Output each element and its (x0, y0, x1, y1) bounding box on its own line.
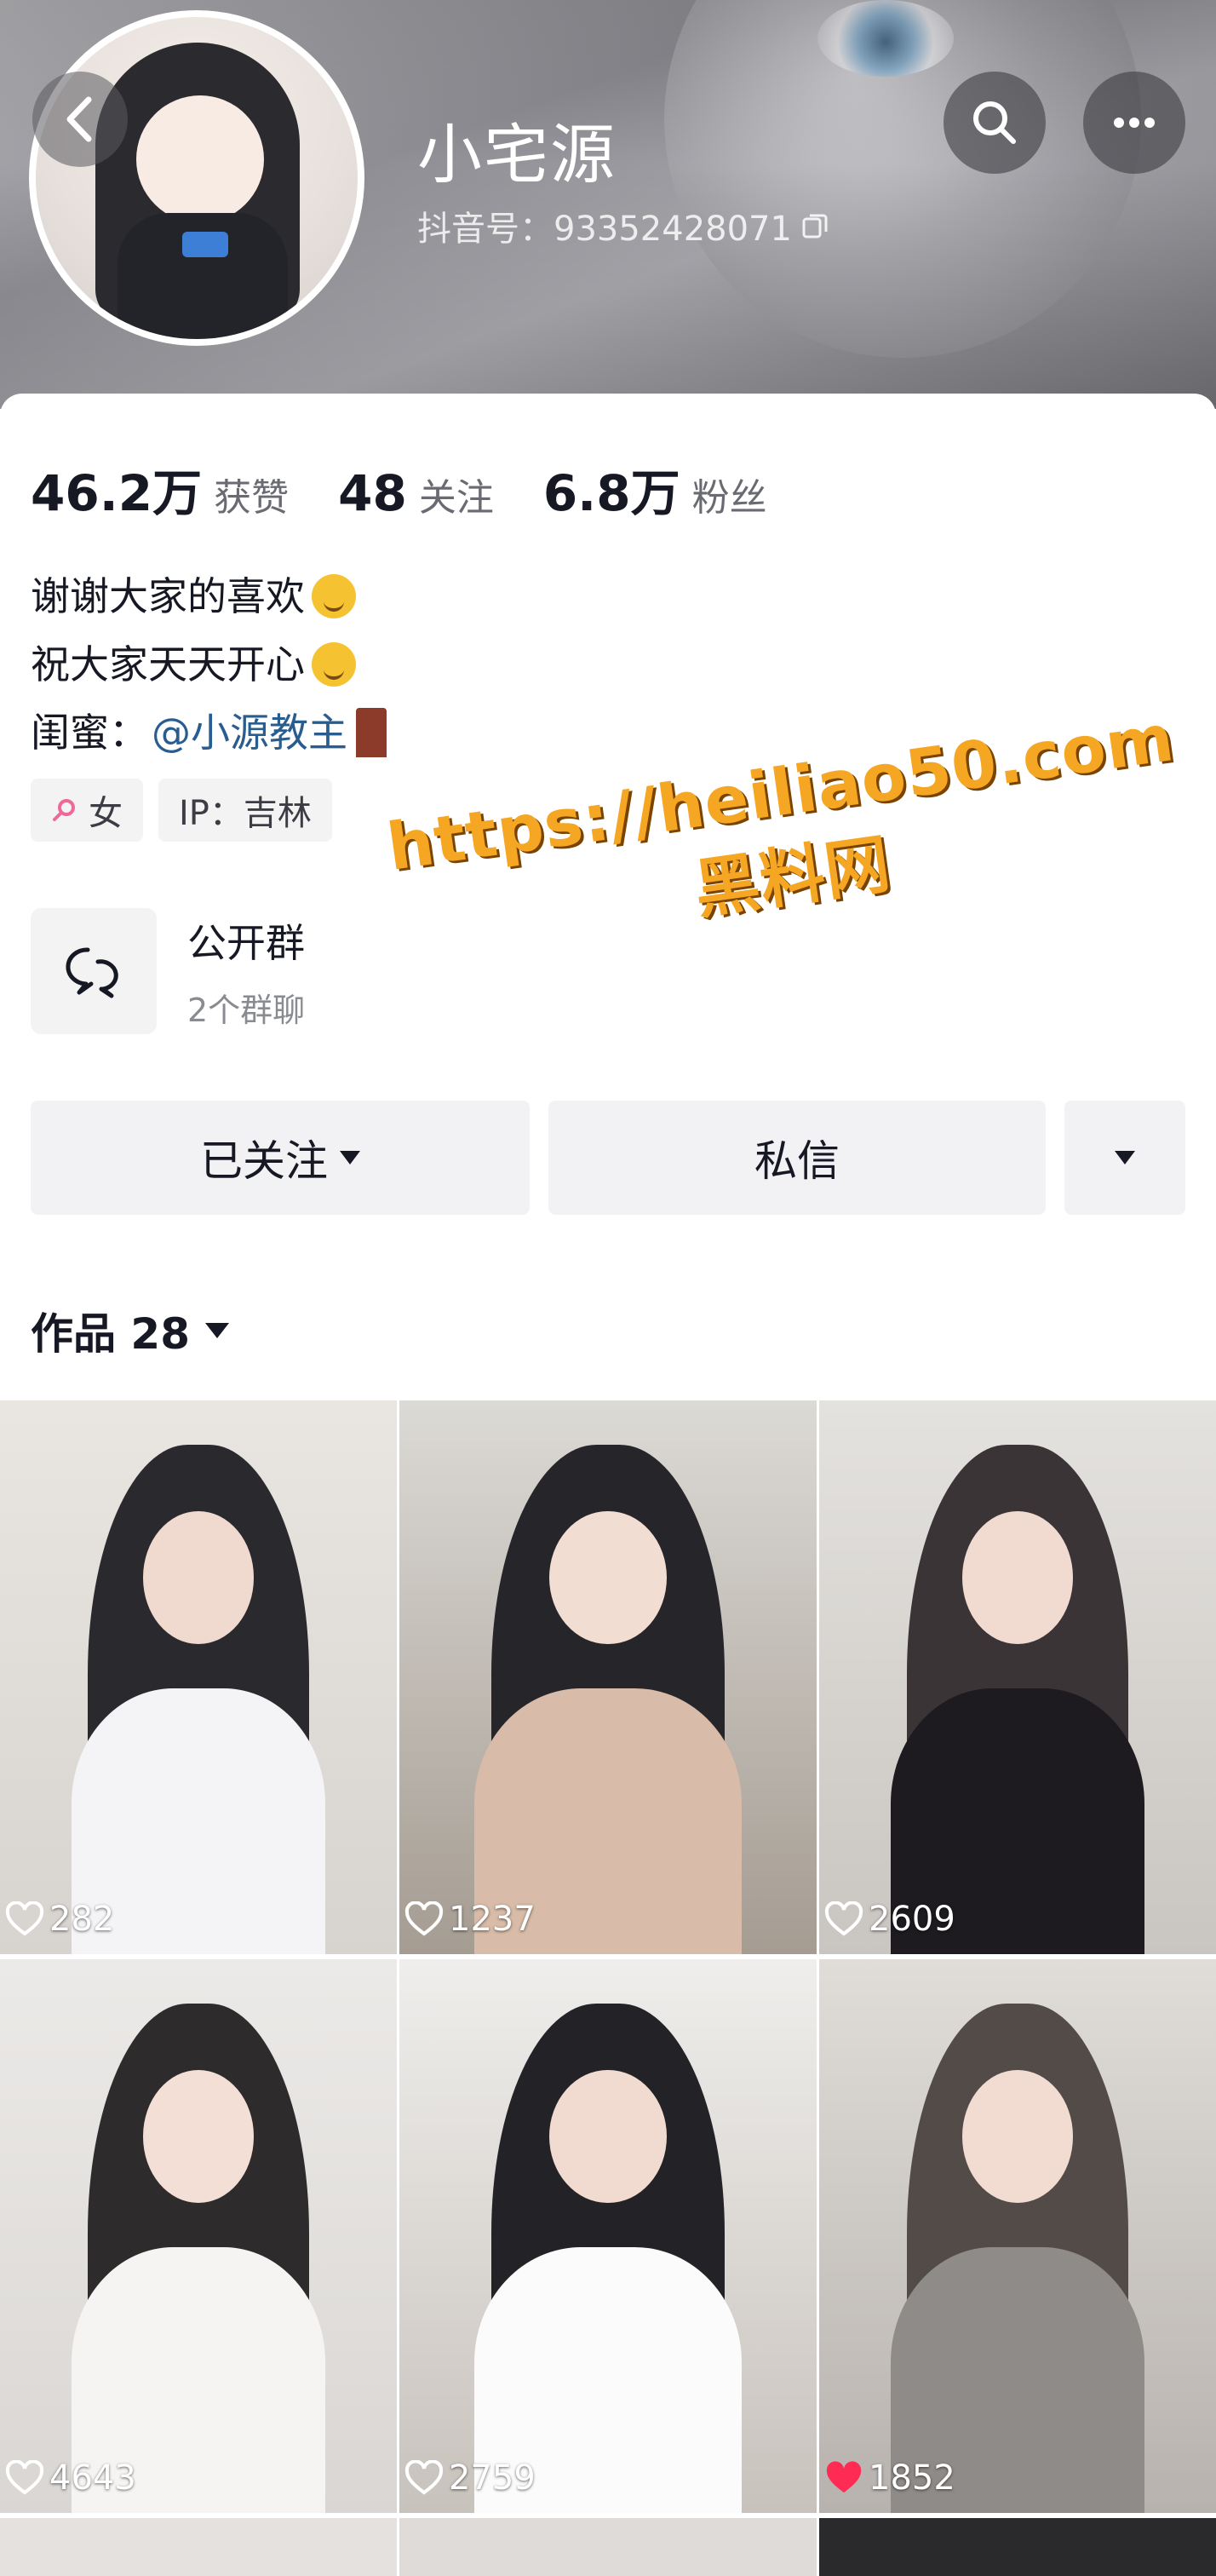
followed-button-label: 已关注 (200, 1136, 328, 1186)
thumbnail-figure-face (142, 2070, 255, 2203)
douyin-id[interactable]: 抖音号：93352428071 (417, 201, 829, 250)
avatar-face (136, 95, 264, 223)
thumbnail-figure-face (961, 2070, 1074, 2203)
copy-icon[interactable] (800, 211, 829, 240)
caret-down-icon (205, 1323, 229, 1338)
stat-following-count: 48 (338, 464, 407, 522)
stat-following[interactable]: 48 关注 (338, 464, 494, 522)
caret-down-icon (1115, 1151, 1135, 1164)
chevron-left-icon (66, 96, 92, 142)
video-thumbnail[interactable]: 1237 (399, 1400, 817, 1954)
shushing-face-emoji-icon (312, 574, 356, 618)
stat-followers[interactable]: 6.8万 粉丝 (543, 453, 767, 525)
message-button[interactable]: 私信 (548, 1101, 1046, 1215)
heart-outline-icon (5, 1901, 44, 1936)
caret-down-icon (340, 1151, 360, 1164)
action-buttons: 已关注 私信 (31, 1101, 1185, 1215)
video-likes: 2759 (404, 2458, 536, 2498)
douyin-id-text: 抖音号：93352428071 (417, 210, 792, 249)
avatar-bow (182, 232, 228, 257)
video-likes-count: 4643 (49, 2458, 136, 2498)
video-likes-count: 1237 (449, 1900, 536, 1939)
video-likes-count: 1852 (869, 2458, 955, 2498)
bio-line-1: 谢谢大家的喜欢 (31, 562, 387, 630)
public-group-entry[interactable]: 公开群 2个群聊 (31, 908, 305, 1034)
bio: 谢谢大家的喜欢 祝大家天天开心 闺蜜： @小源教主 (31, 562, 387, 767)
video-likes: 4643 (5, 2458, 136, 2498)
gender-tag-text: 女 (89, 794, 123, 833)
video-thumbnail[interactable]: 282 (0, 1400, 397, 1954)
bio-line-2-text: 祝大家天天开心 (31, 641, 305, 687)
message-button-label: 私信 (754, 1136, 840, 1186)
search-button[interactable] (944, 72, 1046, 174)
public-group-text: 公开群 2个群聊 (187, 912, 305, 1031)
video-thumbnail[interactable]: 2759 (399, 1959, 817, 2513)
group-chat-icon (66, 947, 118, 998)
nickname: 小宅源 (417, 117, 617, 193)
heart-filled-icon (826, 2461, 862, 2493)
video-grid-next-row (0, 2518, 1216, 2576)
more-button[interactable] (1083, 72, 1185, 174)
video-thumbnail[interactable]: 1852 (819, 1959, 1216, 2513)
stat-following-label: 关注 (418, 476, 494, 520)
video-thumbnail-partial[interactable] (0, 2518, 397, 2576)
gender-tag: 女 (31, 779, 143, 842)
female-icon (53, 799, 75, 821)
stat-likes-count: 46.2万 (31, 464, 203, 522)
video-likes-count: 282 (49, 1900, 115, 1939)
smiling-face-emoji-icon (312, 642, 356, 687)
video-thumbnail-partial[interactable] (399, 2518, 817, 2576)
avatar[interactable] (29, 10, 364, 346)
bio-line-2: 祝大家天天开心 (31, 630, 387, 699)
public-group-title: 公开群 (187, 919, 305, 966)
public-group-subtitle: 2个群聊 (187, 991, 306, 1029)
video-likes-count: 2609 (869, 1900, 955, 1939)
video-thumbnail[interactable]: 2609 (819, 1400, 1216, 1954)
video-likes-count: 2759 (449, 2458, 536, 2498)
video-likes: 2609 (824, 1900, 955, 1939)
profile-tags: 女 IP：吉林 (31, 779, 332, 842)
ip-location-text: IP：吉林 (179, 794, 312, 833)
thumbnail-figure-face (549, 1511, 667, 1644)
stat-followers-label: 粉丝 (691, 476, 767, 520)
heart-outline-icon (824, 1901, 863, 1936)
stat-followers-count: 6.8万 (542, 464, 680, 522)
stats-row: 46.2万 获赞 48 关注 6.8万 粉丝 (31, 453, 817, 525)
heart-outline-icon (5, 2460, 44, 2495)
bio-mention-link[interactable]: @小源教主 (152, 699, 347, 767)
more-actions-button[interactable] (1064, 1101, 1185, 1215)
works-tab-label: 作品 28 (31, 1309, 190, 1359)
followed-button[interactable]: 已关注 (31, 1101, 530, 1215)
search-icon (973, 101, 1016, 144)
group-chat-icon-box (31, 908, 157, 1034)
door-emoji-icon (356, 708, 387, 757)
video-thumbnail-partial[interactable] (819, 2518, 1216, 2576)
video-likes: 1852 (824, 2458, 955, 2498)
video-likes: 282 (5, 1900, 114, 1939)
bio-line-3-prefix: 闺蜜： (31, 710, 148, 756)
stat-likes[interactable]: 46.2万 获赞 (31, 453, 289, 525)
thumbnail-figure-face (549, 2070, 667, 2203)
more-dots-icon (1114, 118, 1155, 128)
bio-line-1-text: 谢谢大家的喜欢 (31, 573, 305, 619)
works-tab[interactable]: 作品 28 (31, 1300, 229, 1361)
thumbnail-figure-face (142, 1511, 255, 1644)
video-likes: 1237 (404, 1900, 536, 1939)
ip-location-tag: IP：吉林 (158, 779, 332, 842)
heart-outline-icon (404, 1901, 444, 1936)
video-grid: 282 1237 2609 4643 2759 1852 (0, 1400, 1216, 2513)
stat-likes-label: 获赞 (214, 476, 290, 520)
back-button[interactable] (32, 72, 128, 167)
heart-outline-icon (404, 2460, 444, 2495)
bio-line-3: 闺蜜： @小源教主 (31, 699, 387, 767)
thumbnail-figure-face (961, 1511, 1074, 1644)
video-thumbnail[interactable]: 4643 (0, 1959, 397, 2513)
